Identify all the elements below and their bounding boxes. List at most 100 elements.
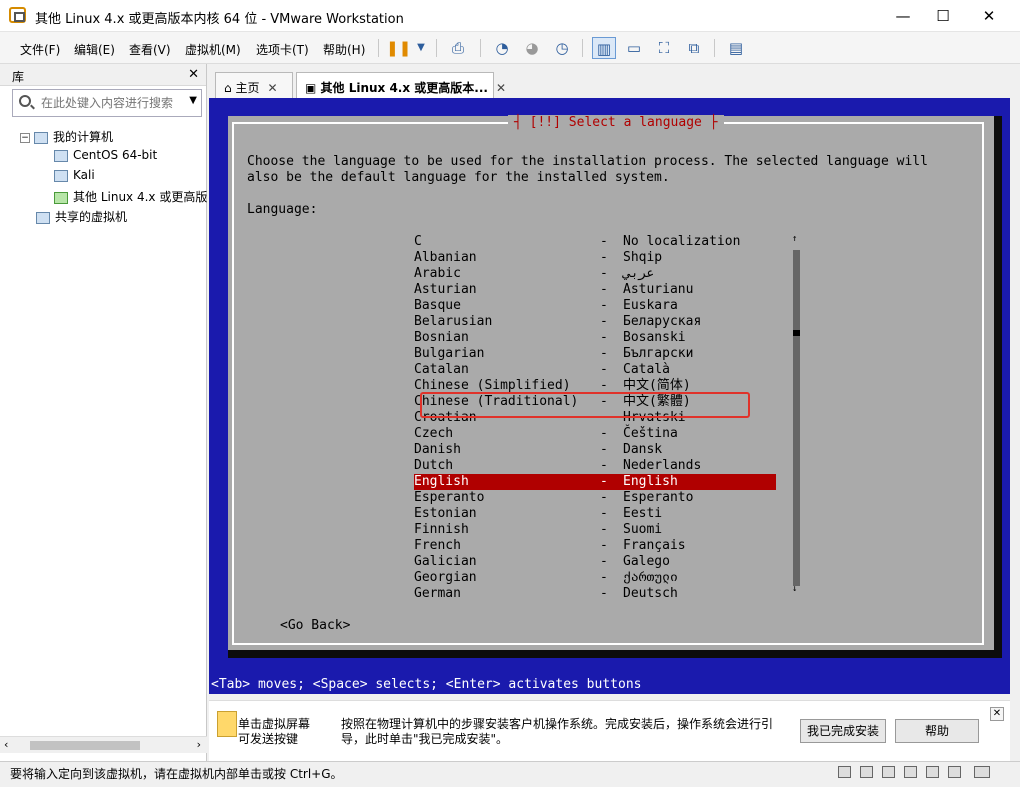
search-input[interactable]	[41, 94, 181, 112]
collapse-icon[interactable]: −	[20, 132, 30, 143]
library-horizontal-scrollbar[interactable]: ‹ ›	[0, 736, 207, 753]
snapshot-manager-icon[interactable]: ◷	[550, 37, 574, 59]
sound-icon[interactable]	[926, 766, 939, 778]
tab-close-icon[interactable]: ✕	[496, 81, 506, 95]
language-option[interactable]: Finnish - Suomi	[414, 522, 776, 538]
language-option[interactable]: Bosnian - Bosanski	[414, 330, 776, 346]
language-native-name: Čeština	[623, 426, 678, 441]
language-option[interactable]: Arabic - عربي	[414, 266, 776, 282]
toolbar-separator	[480, 39, 481, 57]
language-option[interactable]: English - English	[414, 474, 776, 490]
scroll-left-icon[interactable]: ‹	[4, 738, 8, 751]
pause-icon[interactable]: ❚❚	[386, 37, 411, 59]
go-back-button[interactable]: <Go Back>	[280, 618, 350, 634]
usb-icon[interactable]	[904, 766, 917, 778]
scrollbar-track[interactable]	[793, 250, 800, 586]
console-view-icon[interactable]: ▥	[592, 37, 616, 59]
language-option[interactable]: Asturian - Asturianu	[414, 282, 776, 298]
language-option[interactable]: C - No localization	[414, 234, 776, 250]
language-name: German	[414, 586, 461, 601]
scroll-up-icon[interactable]: ↑	[792, 234, 797, 244]
language-native-name: Bosanski	[623, 330, 686, 345]
scroll-right-icon[interactable]: ›	[197, 738, 201, 751]
language-separator: -	[600, 442, 608, 457]
scrollbar-thumb[interactable]	[30, 741, 140, 750]
tab-close-icon[interactable]: ✕	[267, 81, 277, 95]
menu-file[interactable]: 文件(F)	[20, 41, 60, 58]
language-list-scrollbar[interactable]: ↑ ↓	[792, 234, 800, 596]
close-button[interactable]: ✕	[966, 0, 1012, 32]
language-option[interactable]: Albanian - Shqip	[414, 250, 776, 266]
stretch-icon[interactable]: ⧉	[682, 37, 706, 59]
language-option[interactable]: German - Deutsch	[414, 586, 776, 602]
language-option[interactable]: Basque - Euskara	[414, 298, 776, 314]
language-label: Language:	[247, 202, 318, 217]
language-separator: -	[600, 570, 608, 585]
message-icon[interactable]	[974, 766, 990, 778]
tree-vm-linux[interactable]: 其他 Linux 4.x 或更高版	[54, 188, 207, 205]
language-separator: -	[600, 282, 608, 297]
language-option[interactable]: Danish - Dansk	[414, 442, 776, 458]
language-separator: -	[600, 458, 608, 473]
language-name: Finnish	[414, 522, 469, 537]
language-option[interactable]: Galician - Galego	[414, 554, 776, 570]
dialog-title: [!!] Select a language	[508, 115, 724, 130]
click-screen-icon	[217, 711, 237, 737]
language-name: English	[414, 474, 469, 489]
menu-vm[interactable]: 虚拟机(M)	[185, 41, 241, 58]
tree-vm-centos[interactable]: CentOS 64-bit	[54, 148, 157, 162]
chevron-down-icon[interactable]: ▼	[189, 95, 197, 106]
tree-my-computer[interactable]: − 我的计算机	[20, 128, 113, 145]
language-separator: -	[600, 554, 608, 569]
language-name: Czech	[414, 426, 454, 441]
cd-drive-icon[interactable]	[860, 766, 873, 778]
language-option[interactable]: Georgian - ქართული	[414, 570, 776, 586]
done-installing-button[interactable]: 我已完成安装	[800, 719, 886, 743]
hard-disk-icon[interactable]	[838, 766, 851, 778]
scroll-down-icon[interactable]: ↓	[792, 584, 797, 594]
hint-close-icon[interactable]: ✕	[990, 707, 1004, 721]
language-option[interactable]: Dutch - Nederlands	[414, 458, 776, 474]
scrollbar-thumb[interactable]	[793, 330, 800, 336]
revert-snapshot-icon[interactable]: ◕	[520, 37, 544, 59]
tree-shared-vms[interactable]: 共享的虚拟机	[36, 208, 127, 225]
dropdown-icon[interactable]: ▼	[409, 37, 433, 59]
language-option[interactable]: Bulgarian - Български	[414, 346, 776, 362]
language-option[interactable]: Czech - Čeština	[414, 426, 776, 442]
library-search[interactable]: ▼	[12, 89, 202, 117]
fullscreen-icon[interactable]: ⛶	[652, 37, 676, 59]
menu-edit[interactable]: 编辑(E)	[74, 41, 115, 58]
toolbar-separator	[582, 39, 583, 57]
unity-icon[interactable]: ▭	[622, 37, 646, 59]
tab-home[interactable]: ⌂ 主页 ✕	[215, 72, 293, 99]
vm-console[interactable]: [!!] Select a language Choose the langua…	[209, 98, 1010, 694]
display-icon[interactable]	[948, 766, 961, 778]
language-option[interactable]: Belarusian - Беларуская	[414, 314, 776, 330]
language-list[interactable]: C - No localization Albanian - Shqip Arabic - عر…	[414, 234, 776, 602]
language-name: C	[414, 234, 422, 249]
menu-help[interactable]: 帮助(H)	[323, 41, 365, 58]
help-button[interactable]: 帮助	[895, 719, 979, 743]
language-option[interactable]: Estonian - Eesti	[414, 506, 776, 522]
language-option[interactable]: French - Français	[414, 538, 776, 554]
library-toggle-icon[interactable]: ▤	[724, 37, 748, 59]
language-native-name: عربي	[623, 266, 655, 281]
send-keys-icon[interactable]: ⎙	[446, 37, 470, 59]
library-close-icon[interactable]: ✕	[188, 67, 199, 82]
language-option[interactable]: Esperanto - Esperanto	[414, 490, 776, 506]
library-title: 库	[12, 70, 25, 84]
language-native-name: ქართული	[623, 570, 678, 585]
language-name: Belarusian	[414, 314, 493, 329]
tab-vm[interactable]: ▣ 其他 Linux 4.x 或更高版本... ✕	[296, 72, 506, 99]
language-option[interactable]: Catalan - Català	[414, 362, 776, 378]
snapshot-icon[interactable]: ◔	[490, 37, 514, 59]
language-name: Dutch	[414, 458, 454, 473]
language-name: Estonian	[414, 506, 477, 521]
tree-vm-kali[interactable]: Kali	[54, 168, 95, 182]
network-icon[interactable]	[882, 766, 895, 778]
menu-view[interactable]: 查看(V)	[129, 41, 171, 58]
vm-icon	[54, 169, 68, 182]
maximize-button[interactable]: ☐	[920, 0, 966, 32]
language-separator: -	[600, 298, 608, 313]
menu-tabs[interactable]: 选项卡(T)	[256, 41, 309, 58]
